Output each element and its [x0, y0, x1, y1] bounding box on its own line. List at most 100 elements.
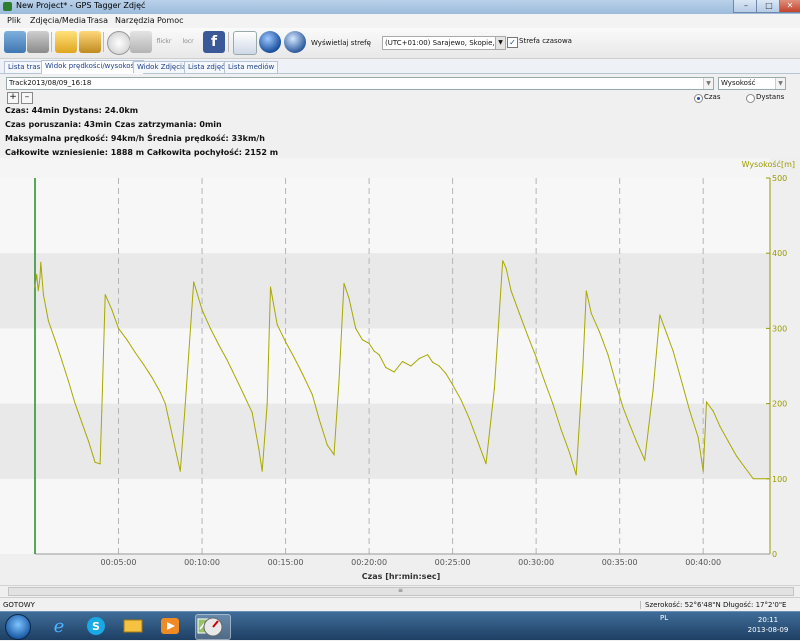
elevation-point	[94, 461, 96, 463]
elevation-point	[590, 312, 592, 314]
flickr-icon[interactable]: flickr	[153, 31, 175, 53]
elevation-point	[326, 444, 328, 446]
language-indicator[interactable]: PL	[660, 614, 668, 622]
elevation-point	[201, 309, 203, 311]
stats-line-time: Czas: 44min Dystans: 24.0km	[5, 106, 139, 115]
x-tick-label: 00:40:00	[685, 558, 721, 567]
elevation-point	[143, 363, 145, 366]
elevation-point	[393, 371, 395, 373]
elevation-point	[727, 440, 729, 442]
elevation-point	[311, 394, 313, 396]
x-tick-label: 00:35:00	[602, 558, 638, 567]
elevation-point	[418, 357, 420, 360]
chart-band	[0, 478, 770, 554]
menu-zdjecia-media[interactable]: Zdjęcia/Media	[30, 16, 86, 25]
elevation-point	[543, 380, 546, 382]
mail-icon-svg	[123, 619, 143, 633]
elevation-point	[535, 356, 537, 358]
elevation-point	[193, 281, 195, 283]
open-folder-icon[interactable]	[55, 31, 77, 53]
radio-distance-label: Dystans	[756, 93, 785, 101]
close-button[interactable]: ✕	[779, 0, 800, 13]
system-clock[interactable]: 20:11 2013-08-09	[740, 615, 796, 635]
printer-icon[interactable]	[27, 31, 49, 53]
camera-icon[interactable]	[130, 31, 152, 53]
title-bar: New Project* - GPS Tagger Zdjęć – □ ✕	[0, 0, 800, 15]
elevation-point	[752, 478, 754, 480]
elevation-point	[361, 339, 363, 341]
track-select-value: Track2013/08/09_16:18	[9, 79, 92, 87]
x-tick-label: 00:25:00	[435, 558, 471, 567]
media-player-icon-svg	[161, 618, 179, 634]
elevation-point	[582, 365, 584, 367]
timezone-select[interactable]: (UTC+01:00) Sarajewo, Skopie, Wars ▼	[382, 36, 506, 50]
elevation-point	[607, 354, 609, 356]
elevation-point	[173, 440, 175, 442]
y-tick-label: 200	[772, 400, 787, 409]
tab-widok-zdjecia[interactable]: Widok Zdjęcia	[133, 61, 191, 73]
elevation-point	[477, 440, 479, 442]
chart-band	[0, 403, 770, 479]
elevation-point	[258, 448, 260, 450]
metric-select[interactable]: Wysokość ▼	[718, 77, 786, 90]
gps-tagger-task[interactable]	[195, 614, 231, 640]
track-select[interactable]: Track2013/08/09_16:18 ▼	[6, 77, 714, 90]
elevation-point	[159, 391, 161, 393]
ie-icon[interactable]: e	[42, 614, 76, 638]
elevation-point	[81, 421, 83, 423]
elevation-point	[680, 380, 683, 382]
menu-pomoc[interactable]: Pomoc	[157, 16, 184, 25]
elevation-point	[378, 354, 380, 356]
elevation-point	[168, 418, 170, 420]
elevation-point	[502, 260, 504, 262]
elevation-point	[39, 276, 41, 278]
tab-lista-mediow[interactable]: Lista mediów	[224, 61, 279, 73]
radio-distance[interactable]	[746, 94, 755, 103]
clock-icon[interactable]	[107, 31, 131, 55]
x-tick-label: 00:15:00	[268, 558, 304, 567]
radio-time[interactable]	[694, 94, 703, 103]
elevation-point	[87, 440, 90, 442]
zoom-out-button[interactable]: –	[21, 92, 33, 104]
tab-lista-tras[interactable]: Lista tras	[4, 61, 45, 73]
zoom-row: + – Czas Dystans	[0, 91, 800, 105]
tab-lista-zdjec[interactable]: Lista zdjęć	[184, 61, 229, 73]
clock-time: 20:11	[757, 616, 779, 624]
timezone-checkbox[interactable]: ✓	[507, 37, 518, 48]
y-axis-label: Wysokość[m]	[742, 159, 795, 169]
media-player-icon[interactable]	[153, 614, 187, 638]
elevation-point	[568, 451, 571, 454]
google-earth-icon[interactable]	[259, 31, 281, 53]
elevation-point	[410, 365, 412, 367]
menu-plik[interactable]: Plik	[7, 16, 21, 25]
export-icon[interactable]	[233, 31, 257, 55]
horizontal-scrollbar[interactable]: ≡	[0, 585, 800, 596]
facebook-icon[interactable]: f	[203, 31, 225, 53]
menu-narzedzia[interactable]: Narzędzia	[115, 16, 155, 25]
metric-select-value: Wysokość	[721, 79, 756, 87]
timezone-label: Wyświetlaj strefę	[311, 39, 371, 47]
toolbar-separator	[103, 32, 104, 52]
globe-icon[interactable]	[284, 31, 306, 53]
elevation-point	[179, 470, 181, 472]
chevron-down-icon: ▼	[495, 37, 505, 49]
menu-bar: Plik Zdjęcia/Media Trasa Narzędzia Pomoc	[0, 14, 800, 28]
gps-device-icon[interactable]	[4, 31, 26, 53]
start-button[interactable]	[5, 614, 31, 640]
elevation-point	[355, 327, 357, 329]
track-selector-row: Track2013/08/09_16:18 ▼ Wysokość ▼	[0, 75, 800, 91]
menu-trasa[interactable]: Trasa	[87, 16, 108, 25]
zoom-in-button[interactable]: +	[7, 92, 19, 104]
toolbar-separator	[51, 32, 52, 52]
elevation-point	[599, 331, 601, 333]
skype-icon[interactable]: S	[79, 614, 113, 638]
tab-widok-predkosci[interactable]: Widok prędkości/wysokości	[41, 60, 144, 74]
elevation-point	[510, 290, 512, 292]
elevation-point	[164, 403, 166, 405]
photos-icon[interactable]	[79, 31, 101, 53]
elevation-point	[622, 406, 624, 408]
elevation-point	[485, 463, 487, 465]
mail-icon[interactable]	[116, 614, 150, 638]
chart-band	[0, 178, 770, 254]
locr-icon[interactable]: locr	[177, 31, 199, 53]
